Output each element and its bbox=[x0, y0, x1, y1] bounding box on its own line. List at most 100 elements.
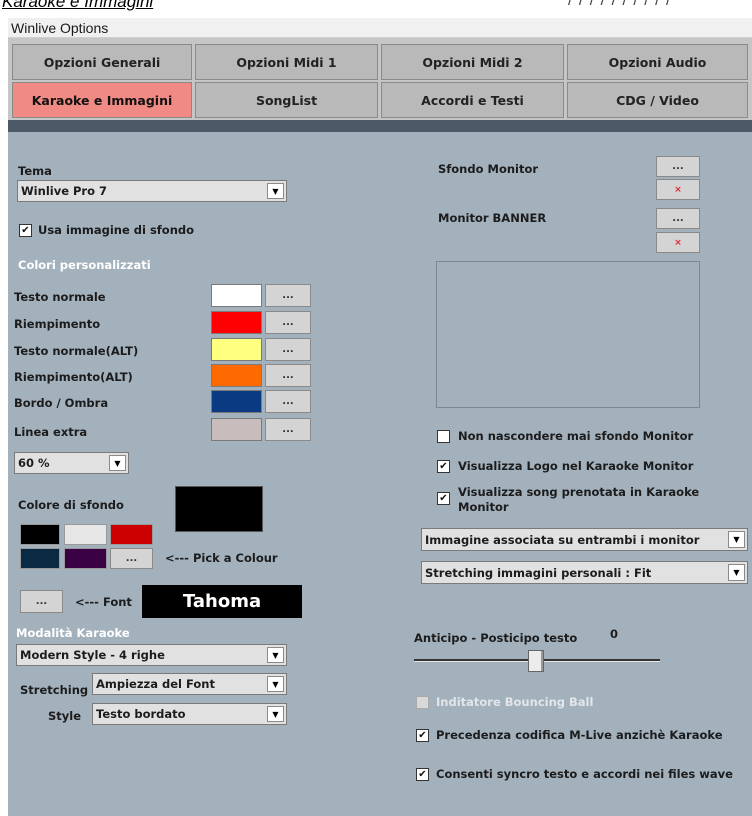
color-swatch[interactable] bbox=[211, 284, 262, 307]
color-row-label: Linea extra bbox=[14, 425, 88, 439]
chevron-down-icon: ▼ bbox=[267, 183, 284, 199]
tab-opzioni-midi-2[interactable]: Opzioni Midi 2 bbox=[381, 44, 564, 80]
color-row-label: Testo normale bbox=[14, 290, 106, 304]
tab-songlist[interactable]: SongList bbox=[195, 82, 378, 118]
anticipo-slider-thumb[interactable] bbox=[528, 650, 544, 672]
check-icon: ✔ bbox=[439, 492, 448, 504]
tab-accordi-e-testi[interactable]: Accordi e Testi bbox=[381, 82, 564, 118]
page-title-right-fragment: / / / / / / / / / / bbox=[568, 0, 672, 9]
tema-select-value: Winlive Pro 7 bbox=[21, 184, 108, 198]
palette-swatch[interactable] bbox=[64, 524, 107, 545]
modalita-karaoke-label: Modalità Karaoke bbox=[16, 626, 130, 640]
usa-immagine-label: Usa immagine di sfondo bbox=[38, 223, 195, 237]
style-label: Style bbox=[48, 709, 82, 723]
anticipo-label: Anticipo - Posticipo testo bbox=[414, 631, 578, 645]
tab-karaoke-e-immagini[interactable]: Karaoke e Immagini bbox=[12, 82, 192, 118]
monitor-banner-browse-button[interactable]: ... bbox=[656, 208, 700, 229]
color-picker-button[interactable]: ... bbox=[265, 338, 311, 361]
non-nascondere-checkbox[interactable] bbox=[437, 430, 450, 443]
custom-colour-button[interactable]: ... bbox=[110, 548, 153, 569]
pick-colour-label: <--- Pick a Colour bbox=[165, 551, 278, 565]
tabs-divider bbox=[8, 120, 752, 132]
tab-opzioni-midi-1[interactable]: Opzioni Midi 1 bbox=[195, 44, 378, 80]
palette-swatch[interactable] bbox=[20, 524, 60, 545]
font-label: <--- Font bbox=[75, 595, 132, 609]
chevron-down-icon: ▼ bbox=[267, 647, 284, 663]
usa-immagine-checkbox[interactable]: ✔ bbox=[19, 224, 32, 237]
bouncing-ball-checkbox[interactable] bbox=[416, 696, 429, 709]
page-title: Karaoke e Immagini bbox=[2, 0, 154, 11]
modalita-karaoke-value: Modern Style - 4 righe bbox=[20, 648, 165, 662]
consenti-syncro-checkbox[interactable]: ✔ bbox=[416, 768, 429, 781]
chevron-down-icon: ▼ bbox=[267, 706, 284, 722]
visualizza-song-label: Visualizza song prenotata in Karaoke Mon… bbox=[458, 485, 700, 514]
color-picker-button[interactable]: ... bbox=[265, 418, 311, 441]
check-icon: ✔ bbox=[418, 729, 427, 741]
color-swatch[interactable] bbox=[211, 390, 262, 413]
stretching-immagini-value: Stretching immagini personali : Fit bbox=[425, 565, 652, 580]
color-row-label: Riempimento bbox=[14, 317, 101, 331]
percent-select[interactable]: 60 % ▼ bbox=[14, 452, 129, 474]
chevron-down-icon: ▼ bbox=[267, 676, 284, 692]
image-preview-box bbox=[436, 261, 700, 408]
font-sample: Tahoma bbox=[142, 585, 302, 618]
color-swatch[interactable] bbox=[211, 364, 262, 387]
sfondo-monitor-label: Sfondo Monitor bbox=[438, 162, 539, 176]
color-picker-button[interactable]: ... bbox=[265, 311, 311, 334]
non-nascondere-label: Non nascondere mai sfondo Monitor bbox=[458, 429, 694, 443]
chevron-down-icon: ▼ bbox=[728, 564, 745, 581]
menu-title[interactable]: Winlive Options bbox=[11, 20, 108, 36]
stretching-select[interactable]: Ampiezza del Font ▼ bbox=[92, 673, 287, 695]
close-icon: × bbox=[674, 184, 682, 195]
modalita-karaoke-select[interactable]: Modern Style - 4 righe ▼ bbox=[16, 644, 287, 666]
precedenza-checkbox[interactable]: ✔ bbox=[416, 729, 429, 742]
stretching-immagini-select[interactable]: Stretching immagini personali : Fit ▼ bbox=[421, 561, 748, 584]
bouncing-ball-label: Inditatore Bouncing Ball bbox=[436, 695, 594, 709]
close-icon: × bbox=[674, 237, 682, 248]
options-window bbox=[8, 18, 752, 816]
check-icon: ✔ bbox=[439, 460, 448, 472]
stretching-label: Stretching bbox=[20, 683, 89, 697]
monitor-banner-clear-button[interactable]: × bbox=[656, 232, 700, 253]
color-picker-button[interactable]: ... bbox=[265, 364, 311, 387]
tema-label: Tema bbox=[18, 164, 52, 178]
color-picker-button[interactable]: ... bbox=[265, 284, 311, 307]
check-icon: ✔ bbox=[21, 224, 30, 236]
menu-bar: Winlive Options bbox=[8, 18, 752, 38]
immagine-associata-value: Immagine associata su entrambi i monitor bbox=[425, 532, 700, 547]
immagine-associata-select[interactable]: Immagine associata su entrambi i monitor… bbox=[421, 528, 748, 551]
visualizza-logo-checkbox[interactable]: ✔ bbox=[437, 460, 450, 473]
font-picker-button[interactable]: ... bbox=[20, 590, 63, 613]
style-select-value: Testo bordato bbox=[96, 707, 186, 721]
monitor-banner-label: Monitor BANNER bbox=[438, 211, 547, 225]
color-row-label: Riempimento(ALT) bbox=[14, 370, 133, 384]
tab-opzioni-generali[interactable]: Opzioni Generali bbox=[12, 44, 192, 80]
palette-swatch[interactable] bbox=[20, 548, 60, 569]
color-swatch[interactable] bbox=[211, 418, 262, 441]
consenti-syncro-label: Consenti syncro testo e accordi nei file… bbox=[436, 767, 733, 781]
chevron-down-icon: ▼ bbox=[728, 531, 745, 548]
background-color-preview[interactable] bbox=[175, 486, 263, 532]
visualizza-logo-label: Visualizza Logo nel Karaoke Monitor bbox=[458, 459, 694, 473]
color-swatch[interactable] bbox=[211, 338, 262, 361]
color-row-label: Testo normale(ALT) bbox=[14, 344, 139, 358]
color-row-label: Bordo / Ombra bbox=[14, 396, 109, 410]
visualizza-song-checkbox[interactable]: ✔ bbox=[437, 492, 450, 505]
chevron-down-icon: ▼ bbox=[109, 455, 126, 471]
colori-personalizzati-label: Colori personalizzati bbox=[18, 258, 151, 272]
palette-swatch[interactable] bbox=[64, 548, 107, 569]
color-picker-button[interactable]: ... bbox=[265, 390, 311, 413]
check-icon: ✔ bbox=[418, 768, 427, 780]
tema-select[interactable]: Winlive Pro 7 ▼ bbox=[17, 180, 287, 202]
color-swatch[interactable] bbox=[211, 311, 262, 334]
tab-cdg-video[interactable]: CDG / Video bbox=[567, 82, 748, 118]
palette-swatch[interactable] bbox=[110, 524, 153, 545]
sfondo-monitor-clear-button[interactable]: × bbox=[656, 179, 700, 200]
percent-select-value: 60 % bbox=[18, 456, 50, 470]
tab-opzioni-audio[interactable]: Opzioni Audio bbox=[567, 44, 748, 80]
stretching-select-value: Ampiezza del Font bbox=[96, 677, 215, 691]
sfondo-monitor-browse-button[interactable]: ... bbox=[656, 156, 700, 177]
colore-di-sfondo-label: Colore di sfondo bbox=[18, 498, 124, 512]
precedenza-label: Precedenza codifica M-Live anzichè Karao… bbox=[436, 728, 723, 742]
style-select[interactable]: Testo bordato ▼ bbox=[92, 703, 287, 725]
